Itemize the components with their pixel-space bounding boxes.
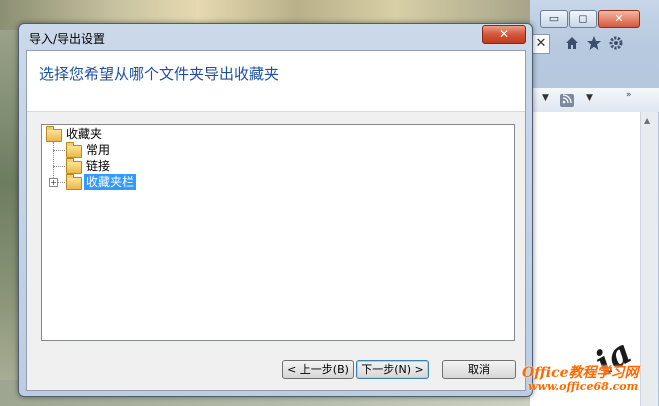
- rss-icon[interactable]: [560, 94, 574, 107]
- restore-button[interactable]: ◻: [569, 10, 597, 28]
- star-icon[interactable]: [586, 35, 602, 51]
- chevron-down-icon[interactable]: ▼: [586, 93, 593, 103]
- gear-icon[interactable]: [608, 35, 624, 51]
- watermark-site-name: Office教程学习网: [522, 365, 639, 381]
- tree-item-label: 收藏夹栏: [84, 174, 137, 190]
- chevron-down-icon[interactable]: ▼: [542, 93, 549, 103]
- scroll-up-icon[interactable]: ▲: [644, 116, 650, 125]
- tree-connector: [53, 142, 54, 182]
- browser-window-controls: ▭ ◻ ✕: [540, 10, 641, 28]
- next-button[interactable]: 下一步(N) >: [356, 360, 429, 379]
- home-icon[interactable]: [564, 35, 580, 51]
- dialog-heading: 选择您希望从哪个文件夹导出收藏夹: [39, 65, 280, 83]
- dialog-title: 导入/导出设置: [29, 32, 106, 46]
- back-button[interactable]: < 上一步(B): [282, 360, 354, 379]
- cancel-button[interactable]: 取消: [442, 360, 516, 379]
- address-close-button[interactable]: ✕: [532, 34, 550, 54]
- browser-toolbar-icons: [564, 35, 624, 51]
- watermark-site-url: www.office68.com: [528, 380, 639, 393]
- folder-tree[interactable]: 收藏夹 常用 链接 + 收藏夹栏: [41, 124, 515, 341]
- dialog-client: 选择您希望从哪个文件夹导出收藏夹 收藏夹 常用 链接 + 收藏夹栏 < 上一步(…: [26, 50, 526, 391]
- folder-icon: [46, 126, 62, 142]
- tree-item-label: 链接: [86, 159, 111, 173]
- folder-icon: [66, 158, 82, 174]
- expand-plus-icon[interactable]: +: [49, 178, 58, 187]
- tree-item-label: 常用: [86, 143, 111, 157]
- dialog-header: 选择您希望从哪个文件夹导出收藏夹: [27, 51, 525, 112]
- overflow-chevron-icon[interactable]: »: [626, 90, 632, 100]
- browser-close-button[interactable]: ✕: [598, 10, 640, 28]
- folder-icon: [66, 174, 82, 190]
- vertical-scrollbar[interactable]: ▲: [640, 112, 658, 406]
- tree-connector: [53, 166, 65, 167]
- dialog-close-button[interactable]: ✕: [482, 25, 526, 44]
- site-watermark: Office教程学习网 www.office68.com: [522, 366, 659, 394]
- folder-icon: [66, 142, 82, 158]
- tree-item-label: 收藏夹: [66, 127, 103, 141]
- tree-connector: [53, 150, 65, 151]
- dialog-titlebar[interactable]: 导入/导出设置 ✕: [19, 24, 532, 50]
- tree-connector: [58, 182, 65, 183]
- minimize-button[interactable]: ▭: [540, 10, 568, 28]
- command-bar: ▼ ▼ »: [530, 88, 659, 113]
- import-export-dialog: 导入/导出设置 ✕ 选择您希望从哪个文件夹导出收藏夹 收藏夹 常用 链接 + 收…: [18, 23, 533, 397]
